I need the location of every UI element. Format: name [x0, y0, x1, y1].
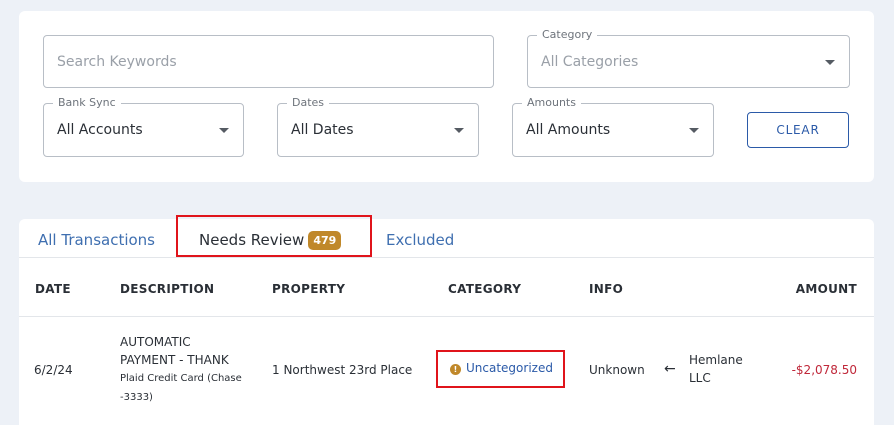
- chevron-down-icon: [454, 128, 464, 133]
- description-line: PAYMENT - THANK: [120, 353, 229, 367]
- highlight-box: ! Uncategorized: [436, 350, 565, 388]
- column-header-category[interactable]: CATEGORY: [448, 282, 521, 296]
- tabs-divider: [19, 257, 874, 258]
- chevron-down-icon: [219, 128, 229, 133]
- column-header-amount[interactable]: AMOUNT: [796, 282, 857, 296]
- filter-panel: Search Keywords Category All Categories …: [19, 11, 874, 182]
- chevron-down-icon: [825, 59, 835, 65]
- tab-label: Excluded: [386, 231, 455, 249]
- search-placeholder: Search Keywords: [57, 53, 177, 70]
- row-amount: -$2,078.50: [791, 363, 857, 377]
- tab-all-transactions[interactable]: All Transactions: [38, 230, 155, 250]
- column-header-description[interactable]: DESCRIPTION: [120, 282, 214, 296]
- column-header-info[interactable]: INFO: [589, 282, 623, 296]
- category-link[interactable]: ! Uncategorized: [450, 361, 553, 375]
- amounts-legend: Amounts: [522, 97, 581, 109]
- payee-line: LLC: [689, 371, 711, 385]
- row-date: 6/2/24: [34, 363, 73, 377]
- dates-value: All Dates: [291, 122, 354, 138]
- account-line: Plaid Credit Card (Chase: [120, 373, 242, 384]
- row-description: AUTOMATIC PAYMENT - THANK Plaid Credit C…: [120, 333, 242, 407]
- category-label: Uncategorized: [466, 361, 553, 375]
- row-property: 1 Northwest 23rd Place: [272, 363, 413, 377]
- column-header-property[interactable]: PROPERTY: [272, 282, 345, 296]
- amounts-value: All Amounts: [526, 122, 611, 138]
- category-select[interactable]: Category All Categories: [527, 29, 850, 88]
- bank-sync-select[interactable]: Bank Sync All Accounts: [43, 97, 244, 157]
- row-payee: Hemlane LLC: [689, 351, 743, 387]
- payee-line: Hemlane: [689, 353, 743, 367]
- description-line: AUTOMATIC: [120, 335, 191, 349]
- row-info: Unknown: [589, 363, 645, 377]
- bank-sync-legend: Bank Sync: [53, 97, 121, 109]
- dates-legend: Dates: [287, 97, 330, 109]
- info-circle-icon: !: [450, 364, 461, 375]
- chevron-down-icon: [689, 128, 699, 133]
- clear-button[interactable]: CLEAR: [747, 112, 849, 148]
- transactions-panel: All Transactions Needs Review 479 Exclude…: [19, 215, 874, 425]
- amounts-select[interactable]: Amounts All Amounts: [512, 97, 714, 157]
- category-value: All Categories: [541, 53, 639, 70]
- tab-excluded[interactable]: Excluded: [386, 230, 454, 250]
- arrow-left-icon: ←: [664, 361, 676, 377]
- column-header-date[interactable]: DATE: [35, 282, 71, 296]
- category-legend: Category: [537, 29, 598, 41]
- header-divider: [19, 316, 874, 317]
- search-input[interactable]: Search Keywords: [43, 35, 494, 88]
- tab-label: All Transactions: [38, 231, 155, 249]
- dates-select[interactable]: Dates All Dates: [277, 97, 479, 157]
- highlight-box: [176, 215, 372, 257]
- account-line: -3333): [120, 392, 153, 403]
- bank-sync-value: All Accounts: [57, 122, 143, 138]
